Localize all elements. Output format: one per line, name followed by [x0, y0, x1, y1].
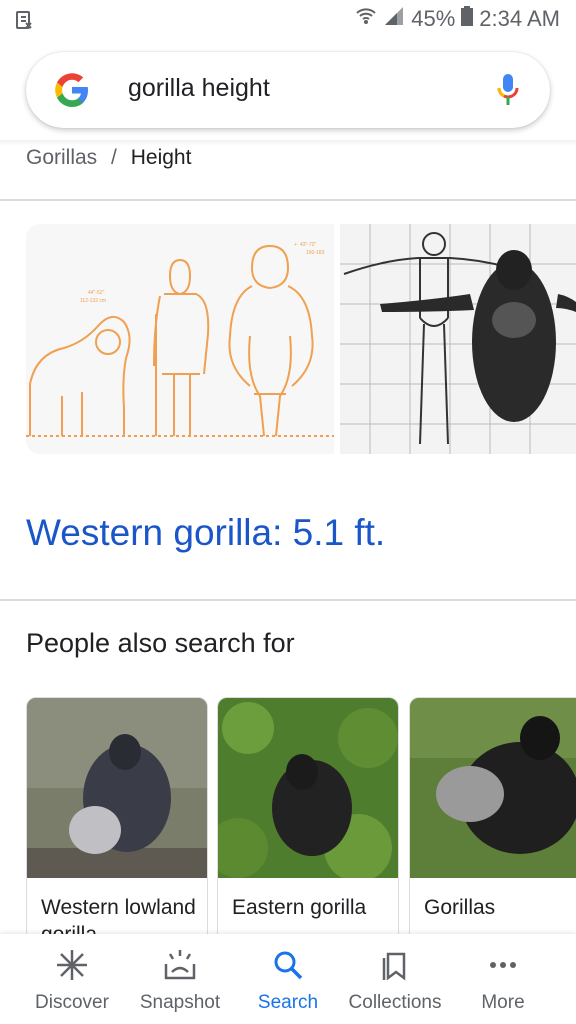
clock: 2:34 AM	[479, 6, 560, 31]
nav-more[interactable]: More	[458, 934, 548, 1024]
nav-label: Collections	[348, 992, 442, 1013]
breadcrumb-parent[interactable]: Gorillas	[26, 146, 97, 169]
gorilla-photo	[218, 698, 398, 878]
svg-text:160-183: 160-183	[306, 250, 325, 256]
nav-label: More	[481, 992, 525, 1013]
bottom-navigation: Discover Snapshot Search Collections Mor…	[0, 934, 576, 1024]
nav-discover[interactable]: Discover	[22, 934, 122, 1024]
divider	[0, 599, 576, 601]
nav-collections[interactable]: Collections	[340, 934, 450, 1024]
search-bar[interactable]: gorilla height	[26, 52, 550, 128]
card-label: Gorillas	[424, 896, 496, 919]
search-icon	[238, 948, 338, 988]
nav-label: Discover	[35, 992, 109, 1013]
answer-text: Western gorilla: 5.1 ft.	[26, 512, 386, 553]
google-logo-icon[interactable]	[50, 68, 94, 112]
breadcrumb-separator: /	[111, 146, 117, 169]
more-dots-icon	[458, 948, 548, 988]
nav-label: Snapshot	[139, 992, 221, 1013]
breadcrumb: Gorillas / Height	[26, 146, 191, 170]
bookmarks-icon	[340, 948, 450, 988]
status-bar: 45% 2:34 AM	[0, 0, 576, 38]
gorilla-photo	[410, 698, 576, 878]
wifi-icon	[355, 6, 377, 32]
nav-label: Search	[257, 992, 319, 1013]
signal-icon	[383, 6, 405, 32]
nav-snapshot[interactable]: Snapshot	[130, 934, 230, 1024]
section-title: People also search for	[26, 628, 295, 658]
related-card-western-lowland-gorilla[interactable]: Western lowland gorilla	[26, 697, 208, 959]
human-gorilla-drawing-image[interactable]	[340, 224, 576, 454]
snapshot-icon	[130, 948, 230, 988]
no-sim-icon	[14, 10, 34, 35]
battery-icon	[461, 6, 474, 32]
nav-search[interactable]: Search	[238, 934, 338, 1024]
related-card-eastern-gorilla[interactable]: Eastern gorilla	[217, 697, 399, 959]
gorilla-photo	[27, 698, 207, 878]
search-query[interactable]: gorilla height	[128, 74, 270, 103]
related-card-gorillas[interactable]: Gorillas	[409, 697, 576, 959]
divider	[0, 199, 576, 201]
asterisk-icon	[22, 948, 122, 988]
svg-text:+· 43"-72": +· 43"-72"	[294, 242, 317, 248]
svg-text:112-132 cm: 112-132 cm	[80, 298, 106, 304]
height-comparison-image[interactable]: 44"-52" 112-132 cm +· 43"-72" 160-183	[26, 224, 334, 454]
battery-percent: 45%	[411, 6, 456, 31]
breadcrumb-current: Height	[130, 146, 192, 169]
svg-text:44"-52": 44"-52"	[88, 290, 105, 296]
card-label: Eastern gorilla	[232, 896, 367, 919]
microphone-icon[interactable]	[496, 72, 520, 113]
